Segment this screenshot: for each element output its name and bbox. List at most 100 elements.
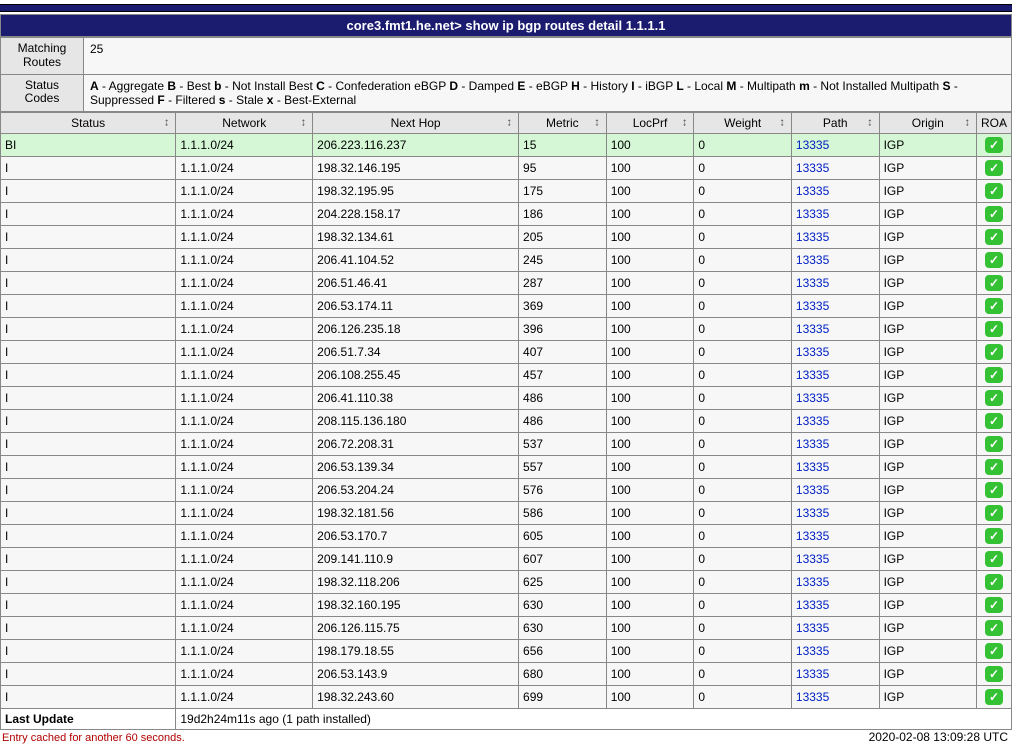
cell-path[interactable]: 13335: [791, 179, 879, 202]
cell-path[interactable]: 13335: [791, 570, 879, 593]
cell-weight: 0: [694, 248, 792, 271]
cell-roa: ✓: [976, 593, 1011, 616]
as-path-link[interactable]: 13335: [796, 345, 829, 359]
cell-metric: 537: [519, 432, 607, 455]
as-path-link[interactable]: 13335: [796, 552, 829, 566]
cell-path[interactable]: 13335: [791, 639, 879, 662]
cell-weight: 0: [694, 133, 792, 156]
cell-path[interactable]: 13335: [791, 685, 879, 708]
cell-path[interactable]: 13335: [791, 133, 879, 156]
cell-weight: 0: [694, 271, 792, 294]
cell-path[interactable]: 13335: [791, 547, 879, 570]
page-title: core3.fmt1.he.net> show ip bgp routes de…: [0, 14, 1012, 37]
cell-path[interactable]: 13335: [791, 409, 879, 432]
as-path-link[interactable]: 13335: [796, 483, 829, 497]
cell-roa: ✓: [976, 570, 1011, 593]
as-path-link[interactable]: 13335: [796, 299, 829, 313]
col-header-origin[interactable]: Origin↕: [879, 112, 976, 133]
as-path-link[interactable]: 13335: [796, 644, 829, 658]
cell-status: I: [1, 524, 176, 547]
as-path-link[interactable]: 13335: [796, 598, 829, 612]
cell-path[interactable]: 13335: [791, 202, 879, 225]
cell-path[interactable]: 13335: [791, 386, 879, 409]
cell-path[interactable]: 13335: [791, 271, 879, 294]
cell-metric: 656: [519, 639, 607, 662]
roa-valid-icon: ✓: [985, 367, 1003, 383]
as-path-link[interactable]: 13335: [796, 230, 829, 244]
cell-path[interactable]: 13335: [791, 662, 879, 685]
cell-path[interactable]: 13335: [791, 432, 879, 455]
table-row: I1.1.1.0/24198.32.181.56586100013335IGP✓: [1, 501, 1012, 524]
as-path-link[interactable]: 13335: [796, 184, 829, 198]
cell-network: 1.1.1.0/24: [176, 363, 313, 386]
as-path-link[interactable]: 13335: [796, 138, 829, 152]
roa-valid-icon: ✓: [985, 459, 1003, 475]
cell-path[interactable]: 13335: [791, 294, 879, 317]
table-row: I1.1.1.0/24198.32.243.60699100013335IGP✓: [1, 685, 1012, 708]
roa-valid-icon: ✓: [985, 597, 1003, 613]
as-path-link[interactable]: 13335: [796, 276, 829, 290]
cell-weight: 0: [694, 156, 792, 179]
as-path-link[interactable]: 13335: [796, 690, 829, 704]
cell-path[interactable]: 13335: [791, 317, 879, 340]
col-header-network[interactable]: Network↕: [176, 112, 313, 133]
cell-origin: IGP: [879, 478, 976, 501]
col-header-roa[interactable]: ROA↕: [976, 112, 1011, 133]
roa-valid-icon: ✓: [985, 505, 1003, 521]
col-header-weight[interactable]: Weight↕: [694, 112, 792, 133]
cell-locprf: 100: [606, 685, 694, 708]
col-header-locprf[interactable]: LocPrf↕: [606, 112, 694, 133]
as-path-link[interactable]: 13335: [796, 437, 829, 451]
as-path-link[interactable]: 13335: [796, 322, 829, 336]
table-row: I1.1.1.0/24198.32.146.19595100013335IGP✓: [1, 156, 1012, 179]
cell-origin: IGP: [879, 317, 976, 340]
as-path-link[interactable]: 13335: [796, 207, 829, 221]
cell-path[interactable]: 13335: [791, 478, 879, 501]
as-path-link[interactable]: 13335: [796, 529, 829, 543]
col-header-next-hop[interactable]: Next Hop↕: [313, 112, 519, 133]
cell-path[interactable]: 13335: [791, 524, 879, 547]
as-path-link[interactable]: 13335: [796, 460, 829, 474]
as-path-link[interactable]: 13335: [796, 667, 829, 681]
cell-path[interactable]: 13335: [791, 455, 879, 478]
cell-metric: 396: [519, 317, 607, 340]
cell-weight: 0: [694, 662, 792, 685]
cell-locprf: 100: [606, 616, 694, 639]
as-path-link[interactable]: 13335: [796, 575, 829, 589]
table-row: I1.1.1.0/24206.53.174.11369100013335IGP✓: [1, 294, 1012, 317]
col-header-path[interactable]: Path↕: [791, 112, 879, 133]
cell-status: I: [1, 639, 176, 662]
cell-locprf: 100: [606, 662, 694, 685]
as-path-link[interactable]: 13335: [796, 621, 829, 635]
cell-path[interactable]: 13335: [791, 616, 879, 639]
cell-path[interactable]: 13335: [791, 225, 879, 248]
cell-origin: IGP: [879, 524, 976, 547]
cell-metric: 287: [519, 271, 607, 294]
as-path-link[interactable]: 13335: [796, 414, 829, 428]
table-row: I1.1.1.0/24206.51.46.41287100013335IGP✓: [1, 271, 1012, 294]
as-path-link[interactable]: 13335: [796, 161, 829, 175]
col-header-metric[interactable]: Metric↕: [519, 112, 607, 133]
cell-path[interactable]: 13335: [791, 593, 879, 616]
cell-locprf: 100: [606, 225, 694, 248]
as-path-link[interactable]: 13335: [796, 391, 829, 405]
cell-path[interactable]: 13335: [791, 156, 879, 179]
cell-path[interactable]: 13335: [791, 248, 879, 271]
roa-valid-icon: ✓: [985, 574, 1003, 590]
cell-locprf: 100: [606, 501, 694, 524]
cell-origin: IGP: [879, 616, 976, 639]
cell-path[interactable]: 13335: [791, 501, 879, 524]
as-path-link[interactable]: 13335: [796, 506, 829, 520]
roa-valid-icon: ✓: [985, 137, 1003, 153]
cell-nexthop: 206.53.143.9: [313, 662, 519, 685]
cell-origin: IGP: [879, 248, 976, 271]
table-row: I1.1.1.0/24206.51.7.34407100013335IGP✓: [1, 340, 1012, 363]
cell-roa: ✓: [976, 455, 1011, 478]
cell-roa: ✓: [976, 409, 1011, 432]
as-path-link[interactable]: 13335: [796, 368, 829, 382]
cell-path[interactable]: 13335: [791, 340, 879, 363]
col-header-status[interactable]: Status↕: [1, 112, 176, 133]
cell-nexthop: 198.32.243.60: [313, 685, 519, 708]
cell-path[interactable]: 13335: [791, 363, 879, 386]
as-path-link[interactable]: 13335: [796, 253, 829, 267]
